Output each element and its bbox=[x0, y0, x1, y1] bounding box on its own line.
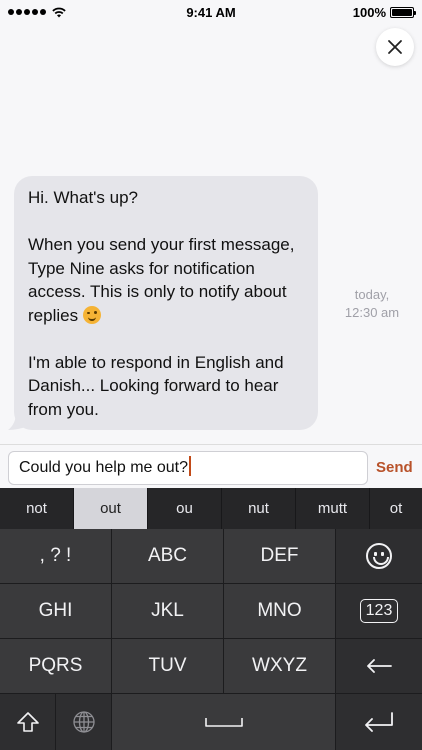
key-mno[interactable]: MNO bbox=[224, 584, 336, 639]
winking-face-icon bbox=[82, 305, 101, 324]
key-jkl[interactable]: JKL bbox=[112, 584, 224, 639]
globe-icon bbox=[72, 711, 95, 733]
bubble-tail bbox=[8, 412, 28, 430]
emoji-icon bbox=[366, 543, 392, 569]
backspace-icon bbox=[367, 659, 392, 673]
send-button[interactable]: Send bbox=[376, 459, 413, 476]
return-icon bbox=[365, 712, 393, 732]
battery-icon bbox=[390, 6, 416, 18]
message-paragraph-2: When you send your first message, Type N… bbox=[28, 233, 304, 327]
battery-percent: 100% bbox=[352, 4, 386, 20]
suggestion-item[interactable]: not bbox=[0, 488, 74, 529]
status-left bbox=[8, 7, 66, 18]
message-paragraph-3: I'm able to respond in English and Danis… bbox=[28, 352, 284, 419]
signal-icon bbox=[8, 9, 46, 15]
suggestion-item-active[interactable]: out bbox=[74, 488, 148, 529]
space-icon bbox=[204, 718, 243, 727]
message-paragraph-2-text: When you send your first message, Type N… bbox=[28, 235, 295, 325]
numbers-label: 123 bbox=[359, 599, 399, 623]
timestamp-day: today, bbox=[354, 287, 390, 302]
wifi-icon bbox=[52, 7, 66, 18]
key-def[interactable]: DEF bbox=[224, 529, 336, 584]
key-shift[interactable] bbox=[0, 694, 56, 750]
key-backspace[interactable] bbox=[336, 639, 422, 694]
timestamp-time: 12:30 am bbox=[344, 305, 400, 320]
message-paragraph-1: Hi. What's up? bbox=[28, 188, 139, 207]
key-wxyz[interactable]: WXYZ bbox=[224, 639, 336, 694]
key-return[interactable] bbox=[336, 694, 422, 750]
key-numbers[interactable]: 123 bbox=[336, 584, 422, 639]
message-input-text: Could you help me out? bbox=[19, 459, 188, 476]
status-bar: 9:41 AM 100% bbox=[0, 0, 422, 24]
text-caret bbox=[189, 456, 191, 476]
key-tuv[interactable]: TUV bbox=[112, 639, 224, 694]
message-input[interactable]: Could you help me out? bbox=[8, 451, 368, 485]
key-punctuation[interactable]: , ? ! bbox=[0, 529, 112, 584]
composer-bar: Could you help me out? Send bbox=[0, 444, 422, 488]
key-abc[interactable]: ABC bbox=[112, 529, 224, 584]
key-pqrs[interactable]: PQRS bbox=[0, 639, 112, 694]
message-timestamp: today, 12:30 am bbox=[336, 286, 408, 322]
key-emoji[interactable] bbox=[336, 529, 422, 584]
message-bubble: Hi. What's up? When you send your first … bbox=[14, 176, 318, 430]
key-globe[interactable] bbox=[56, 694, 112, 750]
close-icon bbox=[388, 40, 402, 54]
close-button[interactable] bbox=[376, 28, 414, 66]
suggestion-item[interactable]: ou bbox=[148, 488, 222, 529]
suggestion-item[interactable]: nut bbox=[222, 488, 296, 529]
suggestion-item[interactable]: mutt bbox=[296, 488, 370, 529]
suggestion-bar: not out ou nut mutt ot bbox=[0, 488, 422, 529]
status-time: 9:41 AM bbox=[186, 4, 236, 20]
keyboard: not out ou nut mutt ot , ? ! ABC DEF GHI… bbox=[0, 488, 422, 750]
status-right: 100% bbox=[352, 4, 416, 20]
suggestion-item[interactable]: ot bbox=[370, 488, 422, 529]
key-space[interactable] bbox=[112, 694, 336, 750]
key-ghi[interactable]: GHI bbox=[0, 584, 112, 639]
key-grid: , ? ! ABC DEF GHI JKL MNO 123 PQRS TUV W… bbox=[0, 529, 422, 750]
shift-icon bbox=[16, 712, 39, 732]
